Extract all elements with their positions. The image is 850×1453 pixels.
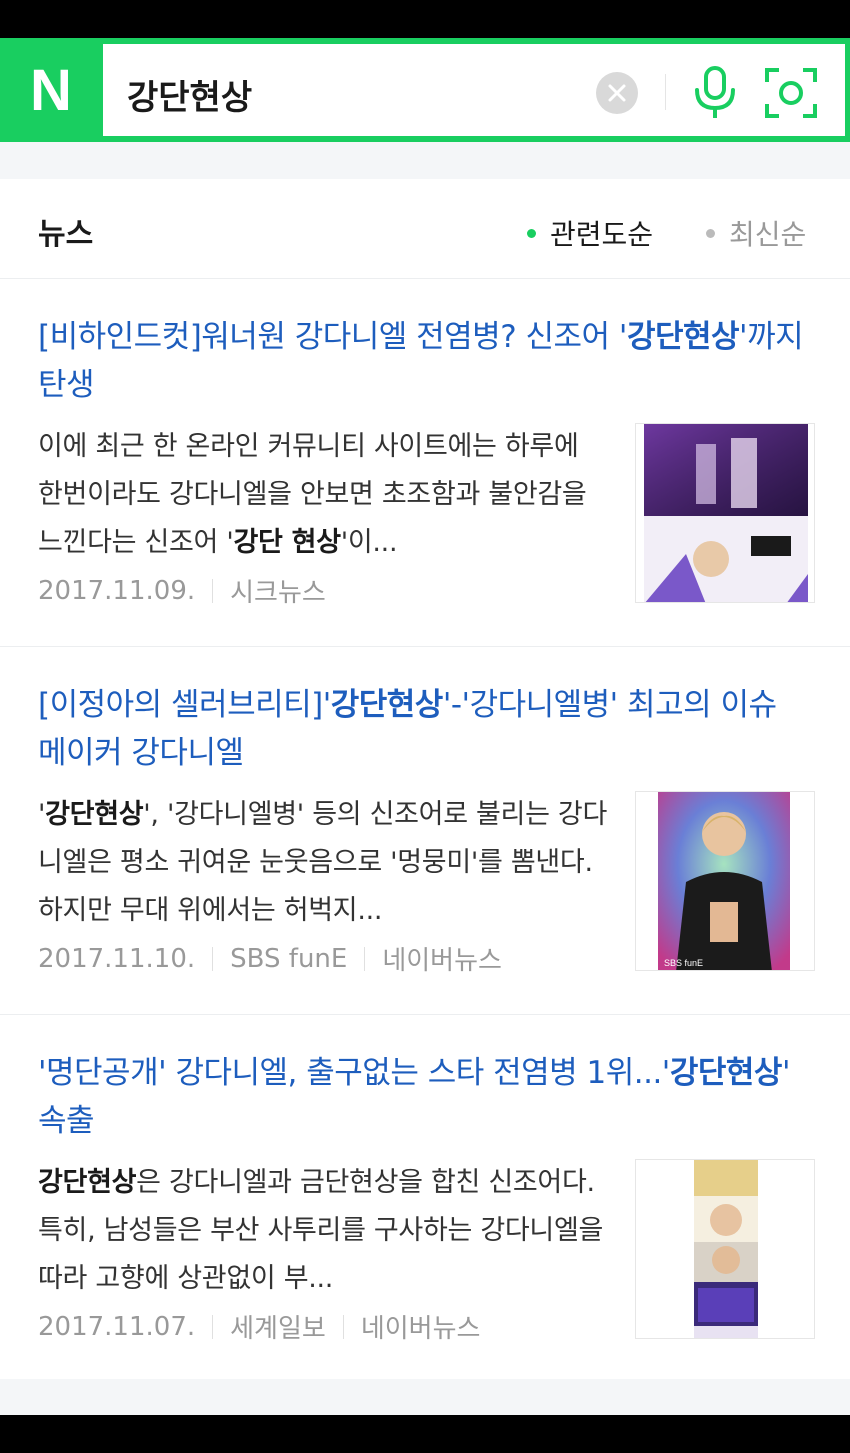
inactive-dot-icon [706,228,715,238]
title-highlight: 강단현상 [330,687,444,723]
search-header: N 강단현상 [0,38,850,142]
news-source[interactable]: 시크뉴스 [230,572,326,609]
news-header: 뉴스 관련도순 최신순 [0,179,850,279]
clear-icon[interactable] [596,72,638,114]
news-title[interactable]: [비하인드컷]워너원 강다니엘 전염병? 신조어 '강단현상'까지 탄생 [38,313,808,409]
active-dot-icon [527,228,536,238]
divider [665,74,666,110]
title-text: '명단공개' 강다니엘, 출구없는 스타 전염병 1위...' [38,1055,670,1091]
sort-latest[interactable]: 최신순 [706,213,806,253]
logo-letter: N [30,57,72,123]
title-highlight: 강단현상 [669,1055,783,1091]
meta-divider [212,1314,214,1339]
sort-relevance-label: 관련도순 [550,218,654,251]
navigation-bar [0,1415,850,1453]
news-date: 2017.11.07. [38,1311,196,1342]
news-thumbnail[interactable]: SBS funE [635,791,815,971]
news-item: '명단공개' 강다니엘, 출구없는 스타 전염병 1위...'강단현상' 속출 … [0,1015,850,1379]
news-source[interactable]: 세계일보 [230,1308,326,1345]
title-text: [이정아의 셀러브리티]' [38,687,331,723]
news-aggregator[interactable]: 네이버뉴스 [361,1308,481,1345]
news-title[interactable]: '명단공개' 강다니엘, 출구없는 스타 전염병 1위...'강단현상' 속출 [38,1049,808,1145]
news-source[interactable]: SBS funE [230,944,347,974]
naver-logo[interactable]: N [0,38,101,142]
news-thumbnail[interactable] [635,423,815,603]
title-text: [비하인드컷]워너원 강다니엘 전염병? 신조어 ' [38,319,627,355]
news-thumbnail[interactable] [635,1159,815,1339]
news-snippet[interactable]: 이에 최근 한 온라인 커뮤니티 사이트에는 하루에 한번이라도 강다니엘을 안… [38,423,608,567]
snippet-highlight: 강단현상 [38,1167,137,1198]
news-snippet[interactable]: 강단현상은 강다니엘과 금단현상을 합친 신조어다. 특히, 남성들은 부산 사… [38,1159,608,1303]
news-date: 2017.11.10. [38,943,196,974]
meta-divider [212,946,214,971]
news-section: 뉴스 관련도순 최신순 [비하인드컷]워너원 강다니엘 전염병? 신조어 '강단… [0,179,850,1379]
sort-latest-label: 최신순 [729,218,807,251]
status-bar [0,0,850,38]
snippet-highlight: 강단 현상 [233,527,341,558]
mic-icon[interactable] [689,66,741,120]
search-query[interactable]: 강단현상 [127,70,252,119]
snippet-highlight: 강단현상 [45,799,144,830]
lens-icon[interactable] [763,66,819,120]
snippet-text: '이... [340,527,398,558]
news-meta: 2017.11.07. 세계일보 네이버뉴스 [38,1308,480,1345]
title-highlight: 강단현상 [626,319,740,355]
news-meta: 2017.11.09. 시크뉴스 [38,572,326,609]
news-item: [이정아의 셀러브리티]'강단현상'-'강다니엘병' 최고의 이슈 메이커 강다… [0,647,850,1015]
results-page: 뉴스 관련도순 최신순 [비하인드컷]워너원 강다니엘 전염병? 신조어 '강단… [0,142,850,1415]
search-input[interactable]: 강단현상 [103,44,845,136]
news-item: [비하인드컷]워너원 강다니엘 전염병? 신조어 '강단현상'까지 탄생 이에 … [0,279,850,647]
thumb-watermark: SBS funE [664,958,703,968]
news-title[interactable]: [이정아의 셀러브리티]'강단현상'-'강다니엘병' 최고의 이슈 메이커 강다… [38,681,808,777]
meta-divider [364,946,366,971]
news-aggregator[interactable]: 네이버뉴스 [382,940,502,977]
news-meta: 2017.11.10. SBS funE 네이버뉴스 [38,940,502,977]
sort-relevance[interactable]: 관련도순 [527,213,653,253]
meta-divider [212,578,214,603]
section-title: 뉴스 [38,217,94,252]
news-date: 2017.11.09. [38,575,196,606]
news-snippet[interactable]: '강단현상', '강다니엘병' 등의 신조어로 불리는 강다니엘은 평소 귀여운… [38,791,608,935]
meta-divider [342,1314,344,1339]
